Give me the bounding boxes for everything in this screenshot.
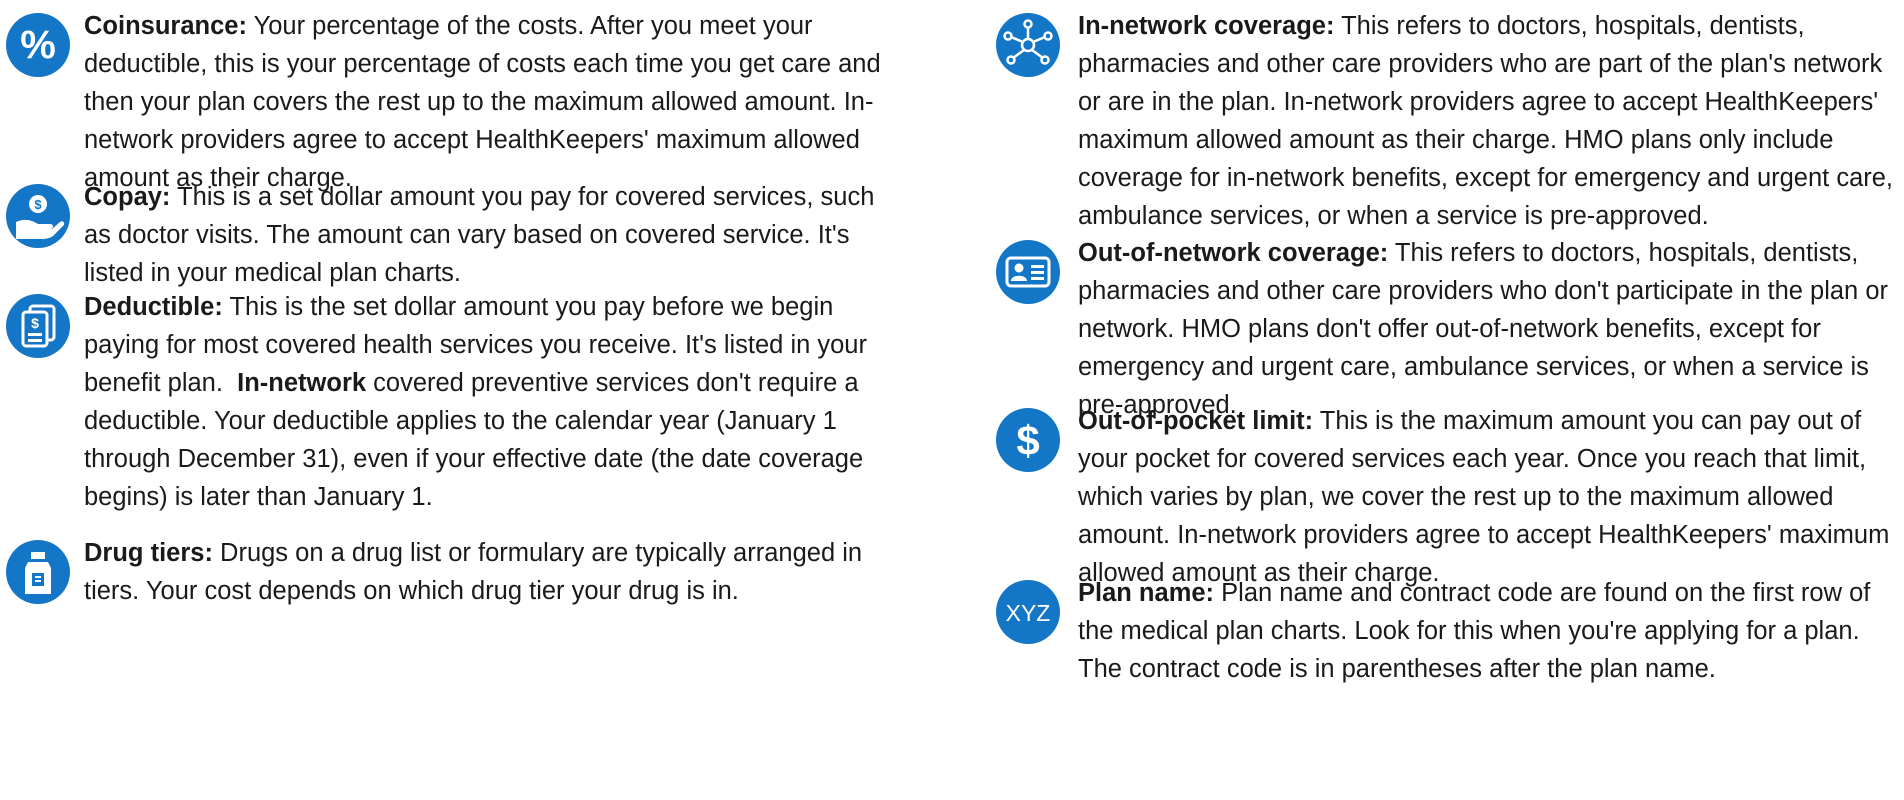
- svg-text:$: $: [31, 315, 39, 331]
- term-definition: Plan name: Plan name and contract code a…: [1078, 574, 1904, 688]
- network-icon: [996, 13, 1060, 77]
- term-text: This is a set dollar amount you pay for …: [84, 183, 875, 287]
- medicine-bottle-icon: [6, 540, 70, 604]
- term-label: Copay:: [84, 183, 171, 211]
- term-definition: Drug tiers: Drugs on a drug list or form…: [84, 534, 900, 610]
- term-label: Out-of-network coverage:: [1078, 239, 1389, 267]
- xyz-icon: XYZ: [996, 580, 1060, 644]
- term-label: Deductible:: [84, 293, 223, 321]
- term-definition: Out-of-pocket limit: This is the maximum…: [1078, 402, 1904, 592]
- hand-coin-icon: $: [6, 184, 70, 248]
- dollar-icon: $: [996, 408, 1060, 472]
- term-definition: Deductible: This is the set dollar amoun…: [84, 288, 900, 516]
- term-label: Plan name:: [1078, 579, 1215, 607]
- term-label: Drug tiers:: [84, 539, 213, 567]
- svg-text:$: $: [1016, 417, 1039, 464]
- term-label: Coinsurance:: [84, 12, 247, 40]
- term-text: This refers to doctors, hospitals, denti…: [1078, 12, 1894, 230]
- id-card-icon: [996, 240, 1060, 304]
- xyz-icon-text: XYZ: [1006, 600, 1051, 626]
- percent-icon: %: [6, 13, 70, 77]
- glossary-page: % Coinsurance: Your percentage of the co…: [0, 0, 1904, 800]
- term-definition: Out-of-network coverage: This refers to …: [1078, 234, 1904, 424]
- term-label: In-network coverage:: [1078, 12, 1335, 40]
- term-label: Out-of-pocket limit:: [1078, 407, 1314, 435]
- bill-document-icon: $: [6, 294, 70, 358]
- term-definition: Copay: This is a set dollar amount you p…: [84, 178, 900, 292]
- svg-text:%: %: [20, 23, 56, 67]
- svg-text:$: $: [34, 197, 42, 212]
- term-text-emphasis: In-network: [237, 369, 367, 397]
- term-definition: Coinsurance: Your percentage of the cost…: [84, 7, 900, 197]
- term-definition: In-network coverage: This refers to doct…: [1078, 7, 1904, 235]
